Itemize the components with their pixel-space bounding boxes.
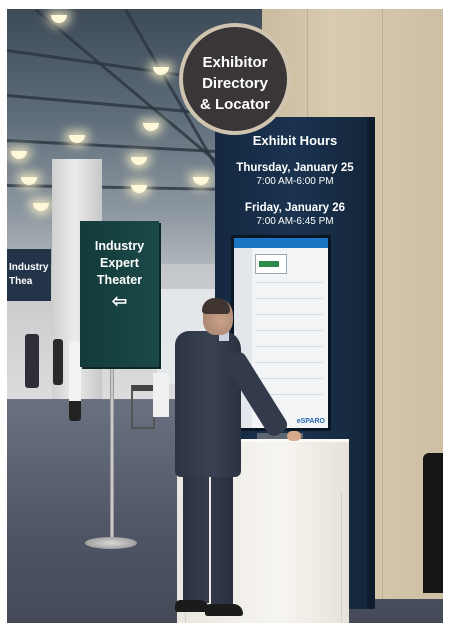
sign-stand-base <box>85 537 137 549</box>
industry-expert-theater-sign: Industry Expert Theater ⇦ <box>80 221 159 367</box>
man-hair <box>202 298 230 314</box>
screen-card-button <box>259 261 279 267</box>
screen-list-line <box>255 282 323 283</box>
ceiling-light <box>33 203 49 211</box>
exhibitor-directory-sign: Exhibitor Directory & Locator <box>179 23 291 135</box>
counter-seam <box>341 492 342 622</box>
left-theater-sign: Industry Thea <box>7 249 51 301</box>
screen-list-line <box>255 362 323 363</box>
ceiling-light <box>143 123 159 131</box>
sign-stand-pole <box>110 367 114 543</box>
screen-list-line <box>255 298 323 299</box>
round-sign-line: Directory <box>202 75 268 92</box>
wall-seam <box>382 9 383 599</box>
left-sign-line: Thea <box>9 276 33 287</box>
man-right-shoe <box>205 604 243 616</box>
man-right-leg <box>211 457 233 607</box>
left-sign-line: Industry <box>9 262 49 273</box>
arrow-left-icon: ⇦ <box>111 291 128 311</box>
man-left-shoe <box>175 600 209 612</box>
ceiling-light <box>11 151 27 159</box>
exhibit-day: Thursday, January 25 7:00 AM-6:00 PM <box>215 162 375 187</box>
exhibit-day: Friday, January 26 7:00 AM-6:45 PM <box>215 202 375 227</box>
screen-list-line <box>255 346 323 347</box>
man-suit-jacket <box>175 331 241 477</box>
ceiling-light <box>131 185 147 193</box>
theater-sign-line: Theater <box>96 273 143 287</box>
trash-bin <box>423 453 443 593</box>
man-left-leg <box>183 457 209 603</box>
theater-sign-line: Industry <box>94 239 145 253</box>
exhibit-hours-title: Exhibit Hours <box>252 133 338 148</box>
background-person <box>53 339 63 385</box>
day-name: Friday, January 26 <box>244 202 346 214</box>
ceiling-light <box>193 177 209 185</box>
background-person <box>25 334 39 388</box>
cocktail-table <box>153 373 169 417</box>
theater-sign-line: Expert <box>100 256 139 270</box>
chair <box>131 385 155 429</box>
kiosk-panel-edge <box>367 117 375 609</box>
man-hand <box>287 431 301 441</box>
photo: Industry Thea Industry Expert Theater ⇦ … <box>7 9 443 623</box>
screen-header-bar <box>234 238 328 248</box>
ceiling-light <box>131 157 147 165</box>
kiosk-touchscreen[interactable]: eSPARO <box>231 235 331 431</box>
screen-list-line <box>255 314 323 315</box>
screen-list-line <box>255 330 323 331</box>
screen-card <box>255 254 287 274</box>
day-name: Thursday, January 25 <box>236 162 354 174</box>
round-sign-line: Exhibitor <box>202 54 268 71</box>
round-sign-line: & Locator <box>199 96 270 113</box>
screen-list-line <box>255 378 323 379</box>
day-time: 7:00 AM-6:00 PM <box>256 176 334 187</box>
screen-logo: eSPARO <box>296 418 325 425</box>
day-time: 7:00 AM-6:45 PM <box>256 216 334 227</box>
